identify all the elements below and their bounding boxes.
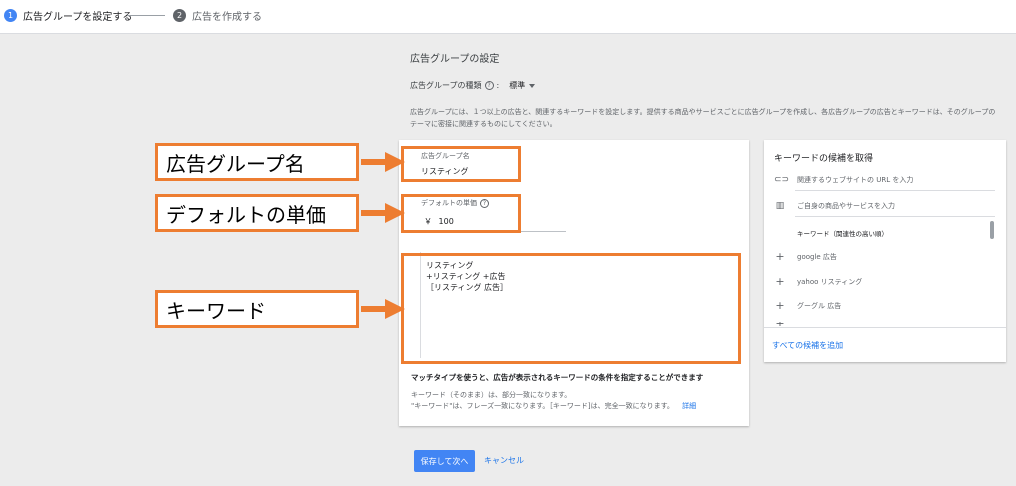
input-underline: [795, 190, 995, 191]
annotation-label-keyword: キーワード: [155, 290, 359, 328]
product-placeholder: ご自身の商品やサービスを入力: [797, 202, 895, 210]
website-url-input[interactable]: ⊂⊃ 関連するウェブサイトの URL を入力: [774, 175, 913, 185]
suggestion-panel-title: キーワードの候補を取得: [774, 154, 874, 164]
step-connector: [127, 15, 165, 16]
plus-icon[interactable]: +: [774, 251, 786, 262]
match-type-note-2-text: "キーワード"は、フレーズ一致になります。［キーワード]は、完全一致になります。: [411, 402, 674, 410]
step-2[interactable]: 2 広告を作成する: [173, 8, 262, 23]
annotation-box-default-bid: [401, 194, 521, 233]
suggested-keyword-partial: +: [774, 322, 797, 326]
annotation-arrow: [361, 152, 405, 172]
suggested-keyword[interactable]: + google 広告: [774, 251, 837, 262]
annotation-arrow: [361, 203, 405, 223]
stepper-bar: 1 広告グループを設定する 2 広告を作成する: [0, 0, 1016, 34]
input-underline: [795, 216, 995, 217]
plus-icon: +: [774, 322, 786, 326]
step-label: 広告グループを設定する: [23, 12, 133, 23]
details-link[interactable]: 詳細: [682, 402, 696, 410]
ad-group-type-select[interactable]: 標準: [509, 80, 536, 91]
colon: :: [496, 81, 500, 90]
suggested-keyword-label: yahoo リスティング: [797, 278, 863, 286]
website-url-placeholder: 関連するウェブサイトの URL を入力: [797, 176, 914, 184]
product-input[interactable]: ▥ ご自身の商品やサービスを入力: [774, 201, 895, 211]
match-type-note-1: キーワード（そのまま）は、部分一致になります。: [411, 391, 572, 399]
step-label: 広告を作成する: [192, 12, 262, 23]
keyword-list-header: キーワード（関連性の高い順）: [797, 230, 888, 238]
add-all-suggestions-link[interactable]: すべての候補を追加: [772, 340, 843, 351]
ad-group-type-label: 広告グループの種類: [410, 81, 482, 90]
suggested-keyword-label: グーグル 広告: [797, 302, 842, 310]
step-number-badge: 2: [173, 9, 186, 22]
panel-divider: [764, 327, 1006, 328]
step-1[interactable]: 1 広告グループを設定する: [4, 8, 132, 23]
match-type-title: マッチタイプを使うと、広告が表示されるキーワードの条件を指定することができます: [411, 373, 704, 382]
section-title: 広告グループの設定: [410, 54, 500, 65]
ad-group-type-value: 標準: [509, 81, 526, 90]
annotation-box-group-name: [401, 146, 521, 182]
suggested-keyword-label: google 広告: [797, 253, 837, 261]
plus-icon[interactable]: +: [774, 300, 786, 311]
save-and-next-button[interactable]: 保存して次へ: [414, 450, 475, 472]
ad-group-type-row: 広告グループの種類 ? : 標準: [410, 80, 536, 91]
annotation-label-group-name: 広告グループ名: [155, 143, 359, 181]
help-icon[interactable]: ?: [484, 81, 494, 90]
building-icon: ▥: [775, 201, 785, 211]
suggestion-scrollbar[interactable]: [990, 221, 994, 239]
match-type-note-2: "キーワード"は、フレーズ一致になります。［キーワード]は、完全一致になります。…: [411, 401, 696, 411]
keyword-suggestion-panel: [764, 140, 1006, 362]
annotation-box-keyword: [401, 253, 741, 364]
step-number-badge: 1: [4, 9, 17, 22]
cancel-button[interactable]: キャンセル: [484, 455, 524, 466]
suggested-keyword[interactable]: + グーグル 広告: [774, 300, 842, 311]
annotation-arrow: [361, 299, 405, 319]
plus-icon[interactable]: +: [774, 276, 786, 287]
annotation-label-default-bid: デフォルトの単価: [155, 194, 359, 232]
ad-group-description: 広告グループには、１つ以上の広告と、関連するキーワードを設定します。提供する商品…: [410, 108, 996, 128]
link-icon: ⊂⊃: [774, 175, 790, 185]
dropdown-caret-icon: [529, 84, 536, 88]
suggested-keyword[interactable]: + yahoo リスティング: [774, 276, 863, 287]
